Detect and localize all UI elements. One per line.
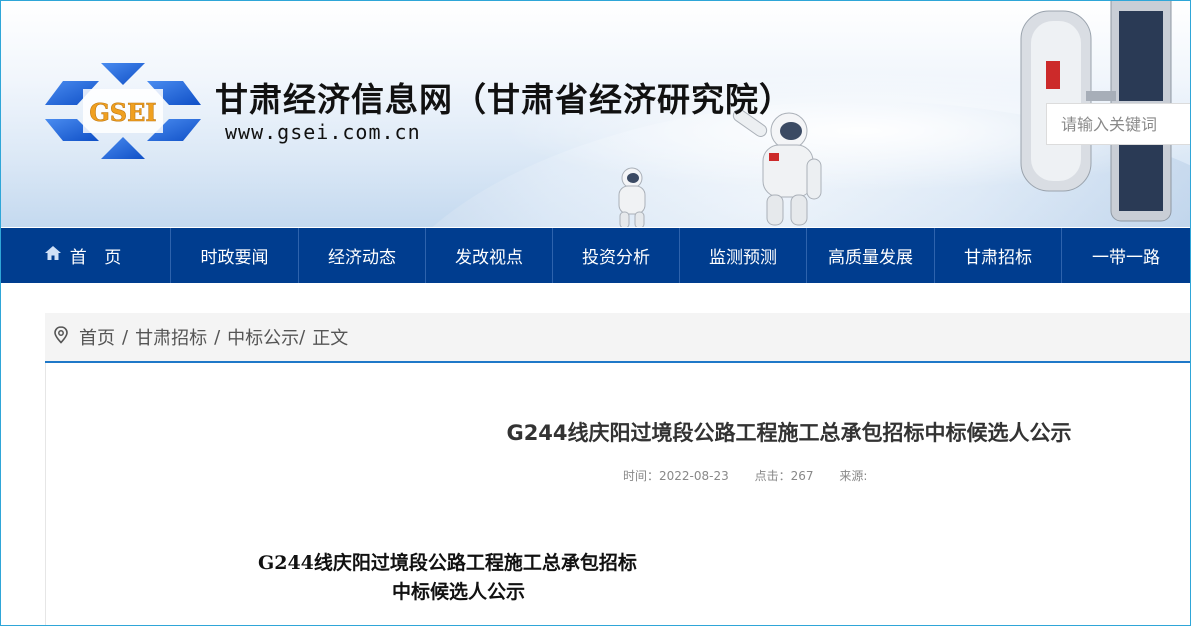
- nav-item-investment[interactable]: 投资分析: [553, 228, 680, 283]
- svg-text:GSEI: GSEI: [89, 98, 156, 127]
- nav-item-forecast[interactable]: 监测预测: [680, 228, 807, 283]
- body-heading-line1: G244线庆阳过境段公路工程施工总承包招标: [258, 552, 637, 574]
- home-icon: [44, 245, 62, 266]
- nav-label: 经济动态: [328, 248, 396, 268]
- body-heading-line2: 中标候选人公示: [392, 581, 526, 603]
- astronaut-image: [732, 109, 822, 226]
- nav-label: 投资分析: [582, 248, 650, 268]
- nav-label: 甘肃招标: [964, 248, 1032, 268]
- nav-item-tender[interactable]: 甘肃招标: [935, 228, 1062, 283]
- site-url: www.gsei.com.cn: [225, 120, 421, 144]
- site-header: GSEI 甘肃经济信息网（甘肃省经济研究院） www.gsei.com.cn: [1, 1, 1190, 227]
- nav-item-quality[interactable]: 高质量发展: [807, 228, 935, 283]
- breadcrumb-separator: /: [214, 326, 221, 348]
- breadcrumb-tender[interactable]: 甘肃招标: [135, 324, 207, 350]
- nav-item-economy[interactable]: 经济动态: [299, 228, 426, 283]
- breadcrumb: 首页 / 甘肃招标 / 中标公示 / 正文: [45, 313, 1191, 363]
- nav-label: 首 页: [69, 248, 128, 268]
- nav-item-reform[interactable]: 发改视点: [426, 228, 553, 283]
- article-date: 时间：2022-08-23: [623, 469, 729, 483]
- main-nav: 首 页 时政要闻 经济动态 发改视点 投资分析 监测预测 高质量发展 甘肃招标 …: [1, 228, 1190, 283]
- breadcrumb-award-notice[interactable]: 中标公示: [227, 324, 299, 350]
- article-source: 来源:: [839, 469, 868, 483]
- breadcrumb-separator: /: [122, 326, 129, 348]
- nav-label: 监测预测: [709, 248, 777, 268]
- site-title: 甘肃经济信息网（甘肃省经济研究院）: [215, 80, 793, 119]
- article-content: G244线庆阳过境段公路工程施工总承包招标中标候选人公示 时间：2022-08-…: [45, 363, 1191, 626]
- breadcrumb-current: 正文: [312, 328, 349, 349]
- nav-item-belt-road[interactable]: 一带一路: [1062, 228, 1190, 283]
- breadcrumb-separator: /: [299, 326, 306, 348]
- nav-item-home[interactable]: 首 页: [1, 228, 171, 283]
- search-input[interactable]: [1046, 103, 1190, 145]
- article-meta: 时间：2022-08-23 点击：267 来源:: [623, 467, 889, 484]
- breadcrumb-home[interactable]: 首页: [79, 324, 115, 350]
- article-body-heading: G244线庆阳过境段公路工程施工总承包招标 中标候选人公示: [258, 549, 637, 607]
- astronaut-small-image: [618, 167, 646, 227]
- article-title: G244线庆阳过境段公路工程施工总承包招标中标候选人公示: [506, 421, 1072, 445]
- location-pin-icon: [53, 325, 69, 349]
- nav-label: 发改视点: [455, 248, 523, 268]
- nav-label: 一带一路: [1092, 248, 1160, 268]
- article-clicks: 点击：267: [754, 469, 814, 483]
- nav-label: 高质量发展: [828, 248, 913, 268]
- nav-item-politics[interactable]: 时政要闻: [171, 228, 299, 283]
- gsei-logo[interactable]: GSEI: [43, 61, 203, 161]
- nav-label: 时政要闻: [200, 248, 269, 268]
